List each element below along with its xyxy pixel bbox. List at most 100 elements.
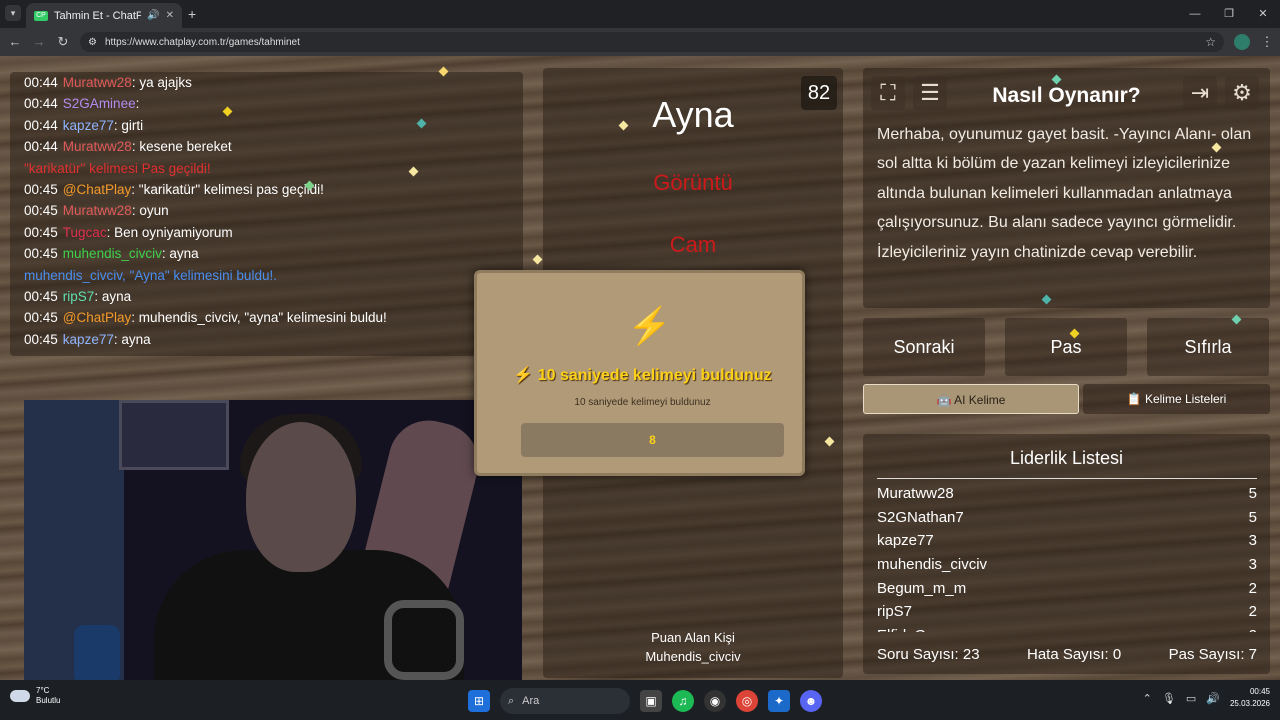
search-label: Ara bbox=[522, 695, 540, 707]
player-name: muhendis_civciv bbox=[877, 556, 988, 574]
restore-icon[interactable]: ❐ bbox=[1212, 0, 1246, 28]
leaderboard-row: Muratww28 5 bbox=[877, 482, 1257, 506]
chat-username[interactable]: ripS7 bbox=[63, 289, 95, 304]
chat-message: 00:45 Muratww28: oyun bbox=[24, 200, 514, 221]
window-controls: — ❐ ✕ bbox=[1178, 0, 1280, 28]
weather-widget[interactable]: 7°C Bulutlu bbox=[10, 686, 60, 706]
bookmark-star-icon[interactable]: ☆ bbox=[1205, 35, 1216, 49]
tray-chevron-icon[interactable]: ⌃ bbox=[1143, 692, 1152, 705]
chat-message: 00:45 Tugcac: Ben oyniyamiyorum bbox=[24, 222, 514, 243]
leaderboard-row: S2GNathan7 5 bbox=[877, 506, 1257, 530]
player-name: ElfidaG bbox=[877, 624, 926, 632]
confetti bbox=[532, 254, 543, 265]
url-text: https://www.chatplay.com.tr/games/tahmin… bbox=[104, 36, 300, 48]
webcam-speaker bbox=[74, 625, 120, 680]
microphone-icon[interactable]: 🎙 bbox=[1162, 692, 1176, 705]
chat-username[interactable]: Tugcac bbox=[63, 225, 107, 240]
browser-tab[interactable]: CP Tahmin Et - ChatPlay 🔊 ✕ bbox=[26, 3, 182, 28]
taskbar-search[interactable]: ⌕ Ara bbox=[500, 688, 630, 714]
chat-username[interactable]: muhendis_civciv bbox=[63, 246, 162, 261]
player-name: Muratww28 bbox=[877, 485, 954, 502]
forward-icon[interactable]: → bbox=[28, 28, 50, 56]
screen: ▾ CP Tahmin Et - ChatPlay 🔊 ✕ + — ❐ ✕ ← … bbox=[0, 0, 1280, 720]
chat-username[interactable]: Muratww28 bbox=[63, 139, 132, 154]
chat-message: "karikatür" kelimesi Pas geçildi! bbox=[24, 158, 514, 179]
browser-toolbar: ← → ↻ ⚙ https://www.chatplay.com.tr/game… bbox=[0, 28, 1280, 56]
speaker-icon[interactable]: 🔊 bbox=[147, 10, 159, 21]
scorer-label: Puan Alan Kişi bbox=[651, 630, 735, 645]
chat-username[interactable]: Muratww28 bbox=[63, 75, 132, 90]
chat-text: : ayna bbox=[94, 288, 132, 304]
spotify-icon[interactable]: ♫ bbox=[672, 690, 694, 712]
browser-tab-bar: ▾ CP Tahmin Et - ChatPlay 🔊 ✕ + — ❐ ✕ bbox=[0, 0, 1280, 28]
reset-button[interactable]: Sıfırla bbox=[1147, 318, 1269, 376]
close-tab-icon[interactable]: ✕ bbox=[166, 10, 174, 21]
new-tab-icon[interactable]: + bbox=[188, 6, 196, 22]
player-name: S2GNathan7 bbox=[877, 508, 964, 526]
leaderboard-row: muhendis_civciv 3 bbox=[877, 553, 1257, 577]
network-icon[interactable]: ▭ bbox=[1186, 692, 1196, 705]
leaderboard-panel: Liderlik Listesi Muratww28 5 S2GNathan7 5 ka… bbox=[863, 434, 1270, 674]
menu-icon[interactable]: ⋮ bbox=[1256, 28, 1278, 56]
chat-timestamp: 00:45 bbox=[24, 310, 58, 326]
steam-icon[interactable]: ✦ bbox=[768, 690, 790, 712]
chat-text: : ya ajajks bbox=[131, 75, 192, 90]
chat-message: 00:45 @ChatPlay: muhendis_civciv, "ayna" … bbox=[24, 307, 514, 328]
next-button[interactable]: Sonraki bbox=[863, 318, 985, 376]
volume-icon[interactable]: 🔊 bbox=[1206, 692, 1220, 705]
obs-icon[interactable]: ◉ bbox=[704, 690, 726, 712]
start-icon[interactable]: ⊞ bbox=[468, 690, 490, 712]
reload-icon[interactable]: ↻ bbox=[52, 28, 74, 56]
leaderboard-title: Liderlik Listesi bbox=[1009, 448, 1124, 468]
ai-word-tab[interactable]: 🤖 AI Kelime bbox=[863, 384, 1079, 414]
chat-username[interactable]: Muratww28 bbox=[63, 203, 132, 218]
player-name: ripS7 bbox=[877, 603, 913, 621]
chat-panel: 00:44 Muratww28: ya ajajks 00:44 S2GAminee:… bbox=[10, 72, 523, 356]
discord-icon[interactable]: ☻ bbox=[800, 690, 822, 712]
clock[interactable]: 00:45 25.03.2026 bbox=[1230, 686, 1270, 710]
pass-button[interactable]: Pas bbox=[1005, 318, 1127, 376]
chat-timestamp: 00:45 bbox=[24, 288, 58, 304]
modal-title: ⚡ 10 saniyede kelimeyi buldunuz bbox=[513, 367, 772, 384]
word-lists-tab[interactable]: 📋 Kelime Listeleri bbox=[1083, 384, 1270, 414]
chat-message: 00:45 ripS7: ayna bbox=[24, 286, 514, 307]
chrome-icon[interactable]: ◎ bbox=[736, 690, 758, 712]
chat-message: 00:44 Muratww28: kesene bereket bbox=[24, 136, 514, 157]
address-bar[interactable]: ⚙ https://www.chatplay.com.tr/games/tahm… bbox=[80, 32, 1224, 52]
chat-text: kelimesi Pas geçildi! bbox=[85, 160, 211, 176]
profile-avatar[interactable] bbox=[1234, 34, 1250, 50]
how-to-play-panel: ⛶ ☰ ⇥ ⚙ Nasıl Oynanır? Merhaba, oyunumuz… bbox=[863, 68, 1270, 308]
chat-username[interactable]: "karikatür" bbox=[24, 161, 85, 176]
chat-username[interactable]: kapze77 bbox=[63, 118, 114, 133]
webcam-head bbox=[246, 422, 356, 572]
chat-username[interactable]: muhendis_civciv, bbox=[24, 268, 126, 283]
leaderboard-row: Begum_m_m 2 bbox=[877, 577, 1257, 601]
question-count: Soru Sayısı: 23 bbox=[877, 646, 980, 663]
chat-username[interactable]: @ChatPlay bbox=[63, 182, 131, 197]
player-score: 5 bbox=[1248, 485, 1257, 502]
tab-search-icon[interactable]: ▾ bbox=[5, 5, 21, 21]
chat-username[interactable]: S2GAminee bbox=[63, 96, 136, 111]
task-view-icon[interactable]: ▣ bbox=[640, 690, 662, 712]
chat-message: 00:45 muhendis_civciv: ayna bbox=[24, 243, 514, 264]
site-info-icon[interactable]: ⚙ bbox=[88, 37, 97, 48]
how-to-play-title: Nasıl Oynanır? bbox=[992, 84, 1141, 107]
temperature: 7°C bbox=[36, 686, 50, 695]
player-score: 3 bbox=[1248, 556, 1257, 574]
chat-text: "Ayna" kelimesini buldu!. bbox=[125, 267, 277, 283]
player-score: 5 bbox=[1248, 508, 1257, 526]
minimize-icon[interactable]: — bbox=[1178, 0, 1212, 28]
chat-username[interactable]: kapze77 bbox=[63, 332, 114, 347]
chat-timestamp: 00:45 bbox=[24, 224, 58, 240]
lightning-icon: ⚡ bbox=[627, 305, 672, 346]
close-window-icon[interactable]: ✕ bbox=[1246, 0, 1280, 28]
chat-timestamp: 00:44 bbox=[24, 75, 58, 90]
chat-timestamp: 00:45 bbox=[24, 246, 58, 262]
chat-text: : girti bbox=[113, 117, 144, 133]
chat-timestamp: 00:45 bbox=[24, 331, 58, 347]
forbidden-word: Cam bbox=[669, 232, 717, 257]
chat-timestamp: 00:45 bbox=[24, 181, 58, 197]
chat-text: : "karikatür" kelimesi pas geçildi! bbox=[131, 181, 324, 197]
back-icon[interactable]: ← bbox=[4, 28, 26, 56]
chat-username[interactable]: @ChatPlay bbox=[63, 310, 131, 325]
